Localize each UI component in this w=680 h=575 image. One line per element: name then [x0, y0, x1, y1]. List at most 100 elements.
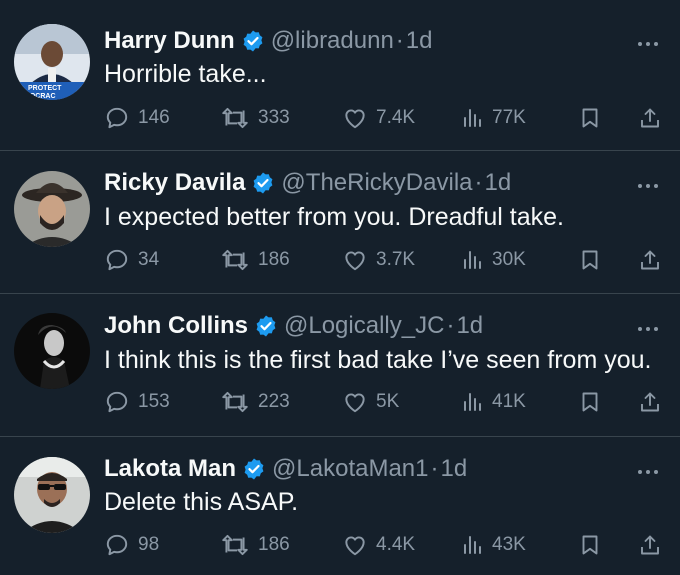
like-count: 3.7K [376, 249, 416, 270]
tweet-actions: 146 333 7.4K 77K [104, 103, 664, 133]
reply-icon [106, 534, 128, 556]
bookmark-icon [582, 108, 598, 128]
like-count: 4.4K [376, 534, 416, 555]
timestamp[interactable]: 1d [456, 312, 483, 340]
bookmark-icon [582, 392, 598, 412]
retweet-button[interactable]: 223 [220, 387, 290, 417]
reply-button[interactable]: 146 [104, 103, 170, 133]
tweet-header: Harry Dunn @libradunn · 1d [104, 24, 433, 58]
like-count: 5K [376, 391, 400, 412]
views-button[interactable]: 77K [460, 103, 526, 133]
user-handle[interactable]: @TheRickyDavila [281, 169, 472, 197]
timestamp[interactable]: 1d [485, 169, 512, 197]
share-button[interactable] [638, 530, 670, 560]
more-options-icon[interactable] [636, 178, 660, 188]
tweet[interactable]: Ricky Davila @TheRickyDavila · 1d I expe… [0, 152, 680, 294]
tweet[interactable]: PROTECT MOCRAC Harry Dunn @libradunn · 1… [0, 0, 680, 151]
separator-dot: · [430, 455, 439, 482]
views-button[interactable]: 43K [460, 530, 526, 560]
reply-count: 146 [138, 107, 170, 128]
reply-button[interactable]: 34 [104, 245, 159, 275]
bookmark-button[interactable] [578, 103, 610, 133]
display-name[interactable]: Lakota Man [104, 455, 236, 483]
retweet-count: 333 [258, 107, 290, 128]
like-button[interactable]: 4.4K [342, 530, 415, 560]
display-name[interactable]: Ricky Davila [104, 169, 245, 197]
retweet-button[interactable]: 333 [220, 103, 290, 133]
tweet[interactable]: John Collins @Logically_JC · 1d I think … [0, 295, 680, 437]
like-button[interactable]: 7.4K [342, 103, 415, 133]
like-button[interactable]: 3.7K [342, 245, 415, 275]
tweet-header: John Collins @Logically_JC · 1d [104, 309, 483, 343]
tweet-text: I think this is the first bad take I’ve … [104, 346, 652, 374]
share-icon [641, 392, 659, 412]
verified-badge-icon [241, 29, 265, 53]
user-handle[interactable]: @libradunn [271, 27, 394, 55]
reply-count: 153 [138, 391, 170, 412]
views-icon [464, 393, 481, 411]
separator-dot: · [395, 27, 404, 54]
tweet[interactable]: Lakota Man @LakotaMan1 · 1d Delete this … [0, 438, 680, 575]
bookmark-icon [582, 250, 598, 270]
like-icon [345, 393, 365, 413]
separator-dot: · [474, 169, 483, 196]
avatar[interactable] [14, 457, 90, 533]
more-options-icon[interactable] [636, 36, 660, 46]
retweet-count: 186 [258, 534, 290, 555]
timestamp[interactable]: 1d [406, 27, 433, 55]
views-icon [464, 251, 481, 269]
tweet-actions: 34 186 3.7K 30K [104, 245, 664, 275]
view-count: 77K [492, 107, 526, 128]
more-options-icon[interactable] [636, 321, 660, 331]
user-handle[interactable]: @Logically_JC [284, 312, 444, 340]
views-icon [464, 536, 481, 554]
more-options-icon[interactable] [636, 464, 660, 474]
views-button[interactable]: 30K [460, 245, 526, 275]
share-icon [641, 250, 659, 270]
reply-count: 98 [138, 534, 160, 555]
retweet-button[interactable]: 186 [220, 530, 290, 560]
share-button[interactable] [638, 387, 670, 417]
reply-icon [106, 249, 128, 271]
svg-text:PROTECT: PROTECT [28, 85, 62, 92]
verified-badge-icon [242, 457, 266, 481]
view-count: 43K [492, 534, 526, 555]
timestamp[interactable]: 1d [441, 455, 468, 483]
reply-button[interactable]: 98 [104, 530, 159, 560]
retweet-icon [222, 534, 248, 556]
retweet-icon [222, 391, 248, 413]
avatar[interactable] [14, 171, 90, 247]
display-name[interactable]: John Collins [104, 312, 248, 340]
retweet-icon [222, 107, 248, 129]
avatar[interactable] [14, 313, 90, 389]
bookmark-button[interactable] [578, 245, 610, 275]
reply-button[interactable]: 153 [104, 387, 170, 417]
tweet-text: I expected better from you. Dreadful tak… [104, 203, 564, 231]
like-icon [345, 536, 365, 556]
share-button[interactable] [638, 245, 670, 275]
retweet-button[interactable]: 186 [220, 245, 290, 275]
share-icon [641, 108, 659, 128]
bookmark-button[interactable] [578, 387, 610, 417]
reply-count: 34 [138, 249, 160, 270]
reply-icon [106, 107, 128, 129]
like-button[interactable]: 5K [342, 387, 399, 417]
share-button[interactable] [638, 103, 670, 133]
verified-badge-icon [251, 171, 275, 195]
tweet-actions: 153 223 5K 41K [104, 387, 664, 417]
verified-badge-icon [254, 314, 278, 338]
tweet-actions: 98 186 4.4K 43K [104, 530, 664, 560]
view-count: 41K [492, 391, 526, 412]
tweet-text: Horrible take... [104, 60, 267, 88]
retweet-count: 186 [258, 249, 290, 270]
views-button[interactable]: 41K [460, 387, 526, 417]
bookmark-button[interactable] [578, 530, 610, 560]
share-icon [641, 535, 659, 555]
user-handle[interactable]: @LakotaMan1 [272, 455, 428, 483]
separator-dot: · [446, 312, 455, 339]
reply-icon [106, 391, 128, 413]
display-name[interactable]: Harry Dunn [104, 27, 235, 55]
view-count: 30K [492, 249, 526, 270]
avatar[interactable]: PROTECT MOCRAC [14, 24, 90, 100]
svg-text:MOCRAC: MOCRAC [24, 93, 56, 100]
